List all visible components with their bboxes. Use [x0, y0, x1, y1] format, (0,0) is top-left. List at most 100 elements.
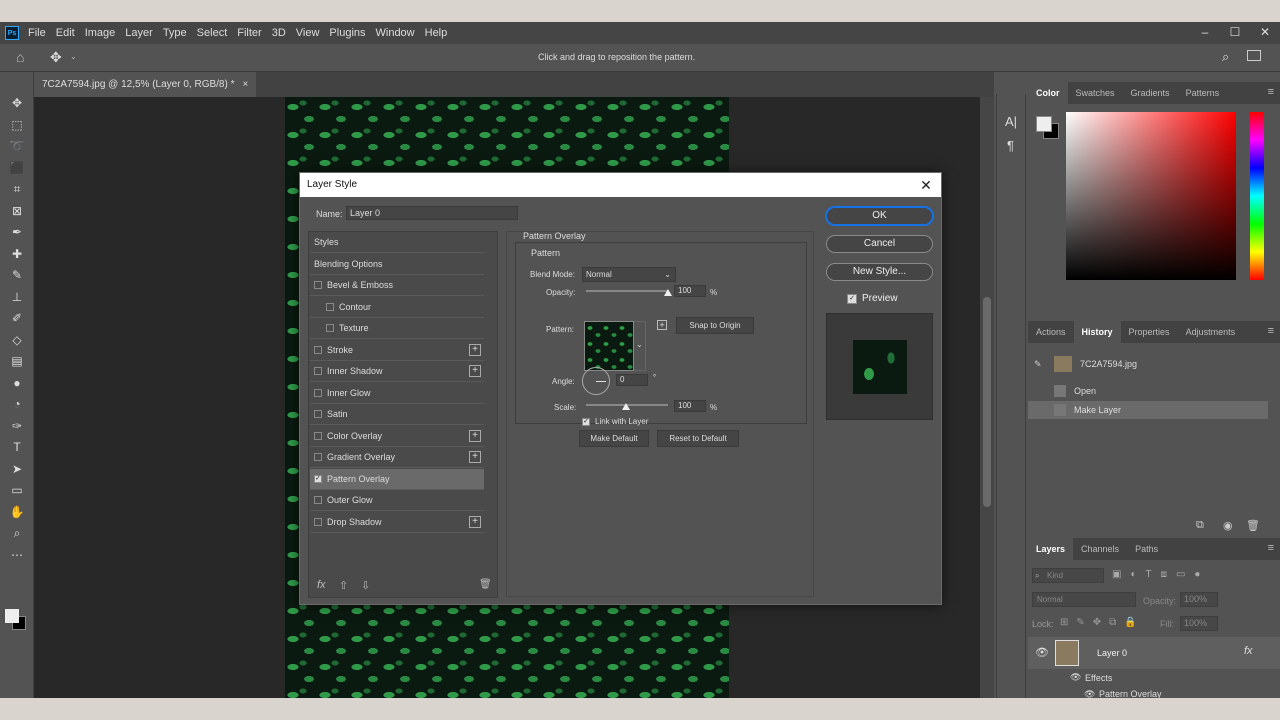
scrollbar-thumb[interactable]	[983, 297, 991, 507]
checkbox-icon[interactable]	[314, 345, 322, 354]
menu-image[interactable]: Image	[80, 22, 121, 44]
lasso-icon[interactable]: ➰	[8, 137, 26, 155]
checkbox-icon[interactable]	[314, 410, 322, 418]
tab-swatches[interactable]: Swatches	[1068, 82, 1123, 104]
search-icon[interactable]: ⌕	[1222, 49, 1229, 65]
style-item-color-overlay[interactable]: Color Overlay +	[310, 426, 484, 447]
layer-blend-mode-select[interactable]: Normal	[1032, 592, 1136, 607]
history-row[interactable]: Open	[1028, 382, 1268, 400]
maximize-icon[interactable]: ☐	[1220, 22, 1250, 44]
frame-icon[interactable]: ⊠	[8, 202, 26, 220]
scale-field[interactable]: 100	[674, 400, 706, 412]
close-tab-icon[interactable]: ×	[242, 72, 248, 97]
style-item-blending-options[interactable]: Blending Options	[310, 254, 484, 275]
history-brush-source-icon[interactable]: ✎	[1034, 359, 1042, 370]
move-down-icon[interactable]: ⇩	[361, 579, 370, 592]
tab-patterns[interactable]: Patterns	[1178, 82, 1228, 104]
document-tab[interactable]: 7C2A7594.jpg @ 12,5% (Layer 0, RGB/8) * …	[34, 72, 257, 97]
foreground-background-swatches[interactable]	[1036, 116, 1060, 140]
stamp-icon[interactable]: ⊥	[8, 288, 26, 306]
angle-field[interactable]: 0	[616, 374, 648, 386]
blur-icon[interactable]: ●	[8, 374, 26, 392]
path-select-icon[interactable]: ➤	[8, 460, 26, 478]
checkbox-icon[interactable]	[314, 431, 322, 440]
checkbox-icon[interactable]	[314, 453, 322, 461]
type-icon[interactable]: T	[8, 438, 26, 456]
checkbox-checked-icon[interactable]: ✓	[314, 474, 322, 483]
add-effect-icon[interactable]: +	[469, 429, 481, 442]
checkbox-icon[interactable]	[326, 324, 334, 332]
scale-slider-thumb[interactable]	[622, 403, 630, 410]
layer-opacity-field[interactable]: 100%	[1180, 592, 1218, 607]
checkbox-icon[interactable]	[314, 367, 322, 375]
paragraph-panel-icon[interactable]: ¶	[1007, 138, 1014, 153]
foreground-color-swatch[interactable]	[1036, 116, 1052, 132]
add-effect-icon[interactable]: +	[469, 343, 481, 356]
add-effect-icon[interactable]: +	[469, 365, 481, 377]
history-snapshot[interactable]: ✎ 7C2A7594.jpg	[1028, 355, 1268, 373]
opacity-slider-thumb[interactable]	[664, 289, 672, 296]
checkbox-icon[interactable]	[326, 302, 334, 311]
tab-properties[interactable]: Properties	[1121, 321, 1178, 343]
preview-checkbox[interactable]: ✓ Preview	[847, 293, 898, 304]
marquee-icon[interactable]: ⬚	[8, 116, 26, 134]
menu-file[interactable]: File	[23, 22, 51, 44]
style-item-bevel-emboss[interactable]: Bevel & Emboss	[310, 275, 484, 296]
history-brush-icon[interactable]: ✐	[8, 309, 26, 327]
panel-menu-icon[interactable]: ≡	[1268, 86, 1274, 98]
menu-plugins[interactable]: Plugins	[324, 22, 370, 44]
minimize-icon[interactable]: –	[1190, 22, 1220, 44]
panel-menu-icon[interactable]: ≡	[1268, 325, 1274, 337]
opacity-slider[interactable]	[586, 290, 668, 292]
character-panel-icon[interactable]: A|	[1005, 114, 1017, 129]
more-icon[interactable]: ⋯	[8, 546, 26, 564]
cancel-button[interactable]: Cancel	[826, 235, 933, 253]
style-item-pattern-overlay[interactable]: ✓ Pattern Overlay	[310, 468, 484, 490]
fx-icon[interactable]: fx	[317, 579, 326, 591]
name-field[interactable]: Layer 0	[346, 206, 518, 220]
menu-select[interactable]: Select	[192, 22, 233, 44]
layer-filter-icons[interactable]: ▣◐T⧈▭●	[1112, 569, 1209, 580]
tab-paths[interactable]: Paths	[1127, 538, 1166, 560]
tab-adjustments[interactable]: Adjustments	[1178, 321, 1244, 343]
reset-to-default-button[interactable]: Reset to Default	[657, 430, 739, 447]
crop-icon[interactable]: ⌗	[8, 180, 26, 198]
make-default-button[interactable]: Make Default	[579, 430, 649, 447]
zoom-icon[interactable]: ⌕	[8, 524, 26, 542]
layer-row[interactable]: 👁 Layer 0 fx	[1028, 637, 1280, 669]
menu-view[interactable]: View	[291, 22, 325, 44]
eraser-icon[interactable]: ◇	[8, 331, 26, 349]
menu-window[interactable]: Window	[371, 22, 420, 44]
add-effect-icon[interactable]: +	[469, 451, 481, 463]
healing-icon[interactable]: ✚	[8, 245, 26, 263]
trash-icon[interactable]: 🗑	[479, 579, 492, 590]
gradient-icon[interactable]: ▤	[8, 352, 26, 370]
new-document-from-state-icon[interactable]: ⧉	[1196, 519, 1204, 532]
hue-slider[interactable]	[1250, 112, 1264, 280]
pattern-swatch[interactable]	[584, 321, 634, 371]
layer-name[interactable]: Layer 0	[1097, 648, 1127, 658]
checkbox-icon[interactable]	[314, 388, 322, 397]
home-icon[interactable]: ⌂	[16, 49, 24, 65]
color-picker-field[interactable]	[1066, 112, 1236, 280]
style-item-gradient-overlay[interactable]: Gradient Overlay +	[310, 447, 484, 468]
panel-menu-icon[interactable]: ≡	[1268, 542, 1274, 554]
checkbox-icon[interactable]	[314, 517, 322, 526]
camera-icon[interactable]: ◉	[1223, 519, 1233, 532]
style-item-outer-glow[interactable]: Outer Glow	[310, 490, 484, 511]
style-item-inner-glow[interactable]: Inner Glow	[310, 383, 484, 404]
workspace-icon[interactable]	[1247, 50, 1261, 61]
tab-actions[interactable]: Actions	[1028, 321, 1074, 343]
rectangle-icon[interactable]: ▭	[8, 481, 26, 499]
menu-help[interactable]: Help	[420, 22, 453, 44]
eyedropper-icon[interactable]: ✒	[8, 223, 26, 241]
menu-3d[interactable]: 3D	[267, 22, 291, 44]
tab-history[interactable]: History	[1073, 321, 1121, 343]
menu-filter[interactable]: Filter	[232, 22, 266, 44]
canvas-scrollbar[interactable]	[980, 97, 994, 698]
tab-channels[interactable]: Channels	[1073, 538, 1127, 560]
checkbox-icon[interactable]	[314, 281, 322, 289]
fx-badge[interactable]: fx	[1244, 645, 1253, 657]
move-up-icon[interactable]: ⇧	[339, 579, 348, 592]
effects-eye-icon[interactable]: 👁	[1070, 672, 1081, 683]
